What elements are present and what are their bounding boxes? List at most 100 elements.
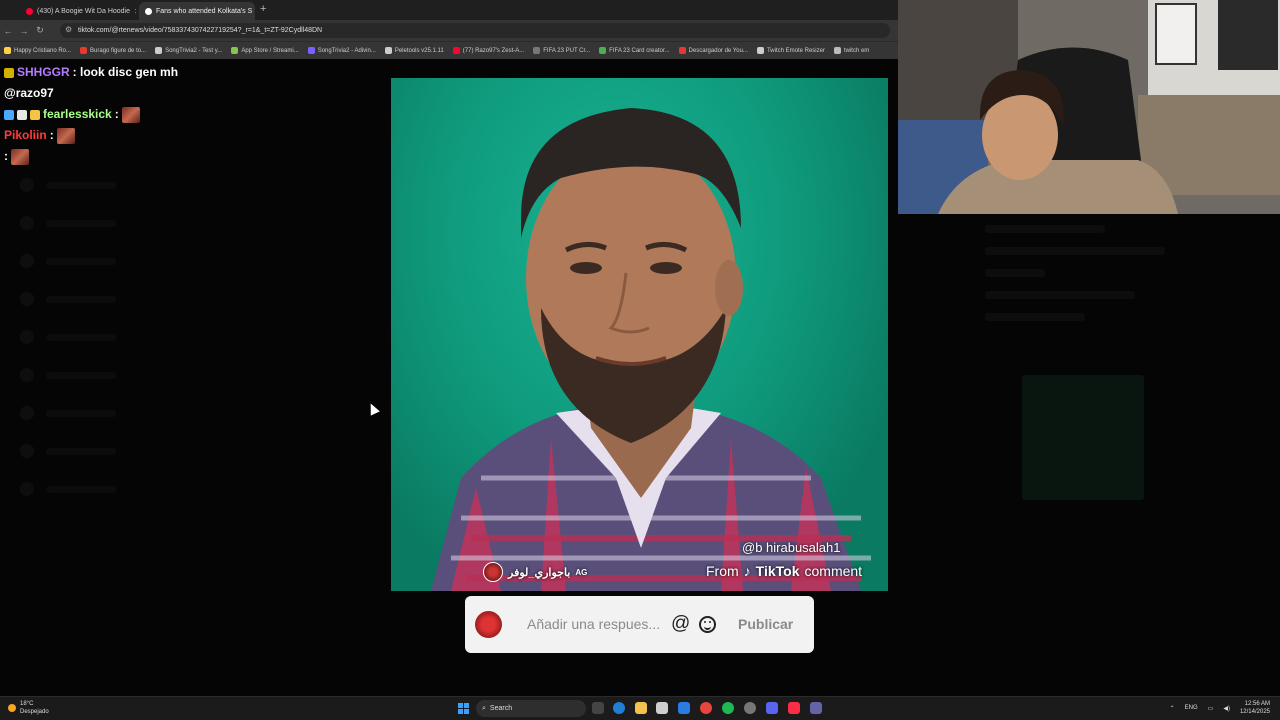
video-username[interactable]: باجواري_لوفر AG	[483, 562, 587, 582]
bookmark-label: Descargador de You...	[688, 47, 748, 54]
task-view-icon[interactable]	[592, 702, 604, 714]
spotify-icon[interactable]	[722, 702, 734, 714]
chat-message: Pikoliin :	[0, 125, 380, 146]
store-icon[interactable]	[656, 702, 668, 714]
video-frame	[431, 108, 871, 591]
volume-icon[interactable]: ◀)	[1223, 705, 1230, 712]
chat-emote-icon	[121, 106, 140, 123]
chat-badge-icon	[30, 109, 40, 120]
settings-icon[interactable]	[744, 702, 756, 714]
video-player[interactable]	[391, 78, 888, 591]
bookmark-item[interactable]: twitch em	[833, 47, 870, 54]
chat-badge-icon	[4, 67, 14, 78]
bookmark-label: SongTrivia2 - Adivin...	[317, 47, 376, 54]
brand-text: TikTok	[755, 563, 800, 579]
bookmark-label: Burago figure de to...	[90, 47, 147, 54]
windows-start-icon[interactable]	[458, 703, 469, 714]
new-tab-button[interactable]: +	[260, 3, 266, 15]
bookmark-item[interactable]: FIFA 23 PUT Cr...	[533, 47, 590, 54]
chat-message: SHHGGR : look disc gen mh	[0, 62, 380, 83]
bookmark-item[interactable]: Happy Cristiano Ro...	[4, 47, 71, 54]
teams-icon[interactable]	[810, 702, 822, 714]
reload-icon[interactable]: ↻	[32, 25, 48, 36]
tiktok-watermark: From ♪ TikTok comment	[706, 563, 862, 579]
chat-text: :	[4, 149, 8, 163]
weather-widget[interactable]: 18°C Despejado	[8, 700, 49, 716]
chat-message: :	[0, 146, 380, 167]
clock[interactable]: 12:56 AM 12/14/2025	[1240, 700, 1270, 716]
back-icon[interactable]: ←	[0, 26, 16, 36]
discord-icon[interactable]	[766, 702, 778, 714]
stream-chat: SHHGGR : look disc gen mh @razo97 fearless…	[0, 62, 380, 167]
bookmark-item[interactable]: Twitch Emote Resizer	[756, 47, 825, 54]
file-explorer-icon[interactable]	[635, 702, 647, 714]
bookmark-favicon-icon	[155, 47, 163, 54]
bookmark-item[interactable]: App Store / Streami...	[231, 47, 299, 54]
bookmark-favicon-icon	[4, 47, 11, 54]
bookmark-favicon-icon	[599, 47, 607, 54]
chat-username[interactable]: SHHGGR	[17, 62, 70, 83]
chat-badge-icon	[4, 109, 14, 120]
temperature: 18°C	[20, 701, 34, 707]
mail-icon[interactable]	[678, 702, 690, 714]
tiktok-icon	[145, 7, 152, 15]
browser-tab-youtube[interactable]: (430) A Boogie Wit Da Hoodie ✕	[20, 2, 136, 20]
chevron-up-icon[interactable]: ⌃	[1170, 705, 1175, 712]
bookmark-item[interactable]: Descargador de You...	[678, 47, 748, 54]
dimmed-thumbnail	[1022, 375, 1144, 500]
webcam-feed	[898, 0, 1280, 214]
bookmarks-bar: Happy Cristiano Ro... Burago figure de to…	[0, 41, 898, 59]
bookmark-favicon-icon	[533, 47, 541, 54]
publish-button[interactable]: Publicar	[738, 616, 793, 632]
bookmark-item[interactable]: FIFA 23 Card creator...	[599, 47, 670, 54]
site-info-icon[interactable]: ⚙	[65, 25, 72, 34]
network-icon[interactable]: ▭	[1208, 705, 1214, 712]
bookmark-item[interactable]: Peletools v25.1.11	[384, 47, 444, 54]
search-label: Search	[489, 705, 513, 712]
forward-icon[interactable]: →	[16, 26, 32, 36]
chat-username[interactable]: fearlesskick	[43, 104, 112, 125]
chat-username[interactable]: Pikoliin	[4, 125, 47, 146]
language-indicator[interactable]: ENG	[1185, 705, 1198, 711]
bookmark-favicon-icon	[452, 47, 460, 54]
bookmark-label: twitch em	[843, 47, 870, 54]
reply-input[interactable]: Añadir una respues...	[527, 616, 660, 632]
url-text: tiktok.com/@rtenews/video/75833743074227…	[78, 27, 323, 34]
username-text: باجواري_لوفر	[508, 566, 571, 579]
music-icon[interactable]	[788, 702, 800, 714]
url-field[interactable]: ⚙ tiktok.com/@rtenews/video/758337430742…	[60, 23, 890, 38]
bookmark-favicon-icon	[756, 47, 764, 54]
weather-text: Despejado	[20, 709, 49, 715]
mouse-cursor-icon	[366, 401, 380, 416]
bookmark-item[interactable]: SongTrivia2 - Test y...	[155, 47, 222, 54]
chat-text: : look disc gen mh	[72, 65, 179, 79]
bookmark-favicon-icon	[80, 47, 88, 54]
mention-button[interactable]: @	[671, 613, 690, 635]
emoji-icon[interactable]	[699, 616, 716, 633]
taskbar-search[interactable]: ⌕ Search	[476, 700, 586, 717]
taskbar: 18°C Despejado ⌕ Search ⌃ ENG ▭ ◀) 12:56…	[0, 696, 1280, 720]
chat-emote-icon	[56, 127, 75, 144]
dimmed-comments	[985, 225, 1185, 335]
browser-tab-tiktok[interactable]: Fans who attended Kolkata's S ✕	[139, 2, 255, 20]
youtube-icon	[26, 7, 33, 15]
sun-icon	[8, 704, 16, 712]
username-badge: AG	[575, 567, 588, 577]
chat-message: @razo97	[0, 83, 380, 104]
bookmark-label: Twitch Emote Resizer	[766, 47, 825, 54]
user-avatar[interactable]	[483, 562, 503, 582]
system-tray: ⌃ ENG ▭ ◀) 12:56 AM 12/14/2025	[1170, 700, 1270, 716]
search-icon: ⌕	[482, 704, 486, 712]
close-icon[interactable]: ✕	[134, 7, 136, 16]
chat-emote-icon	[11, 148, 29, 165]
bookmark-item[interactable]: (77) Razo97's Zest-A...	[452, 47, 525, 54]
chat-text: @razo97	[4, 86, 54, 100]
address-bar-row: ← → ↻ ⚙ tiktok.com/@rtenews/video/758337…	[0, 20, 898, 41]
bookmark-item[interactable]: SongTrivia2 - Adivin...	[307, 47, 376, 54]
bookmark-favicon-icon	[833, 47, 841, 54]
chrome-icon[interactable]	[700, 702, 712, 714]
edge-icon[interactable]	[613, 702, 625, 714]
bookmark-favicon-icon	[384, 47, 392, 54]
bookmark-item[interactable]: Burago figure de to...	[80, 47, 146, 54]
bookmark-label: (77) Razo97's Zest-A...	[462, 47, 525, 54]
